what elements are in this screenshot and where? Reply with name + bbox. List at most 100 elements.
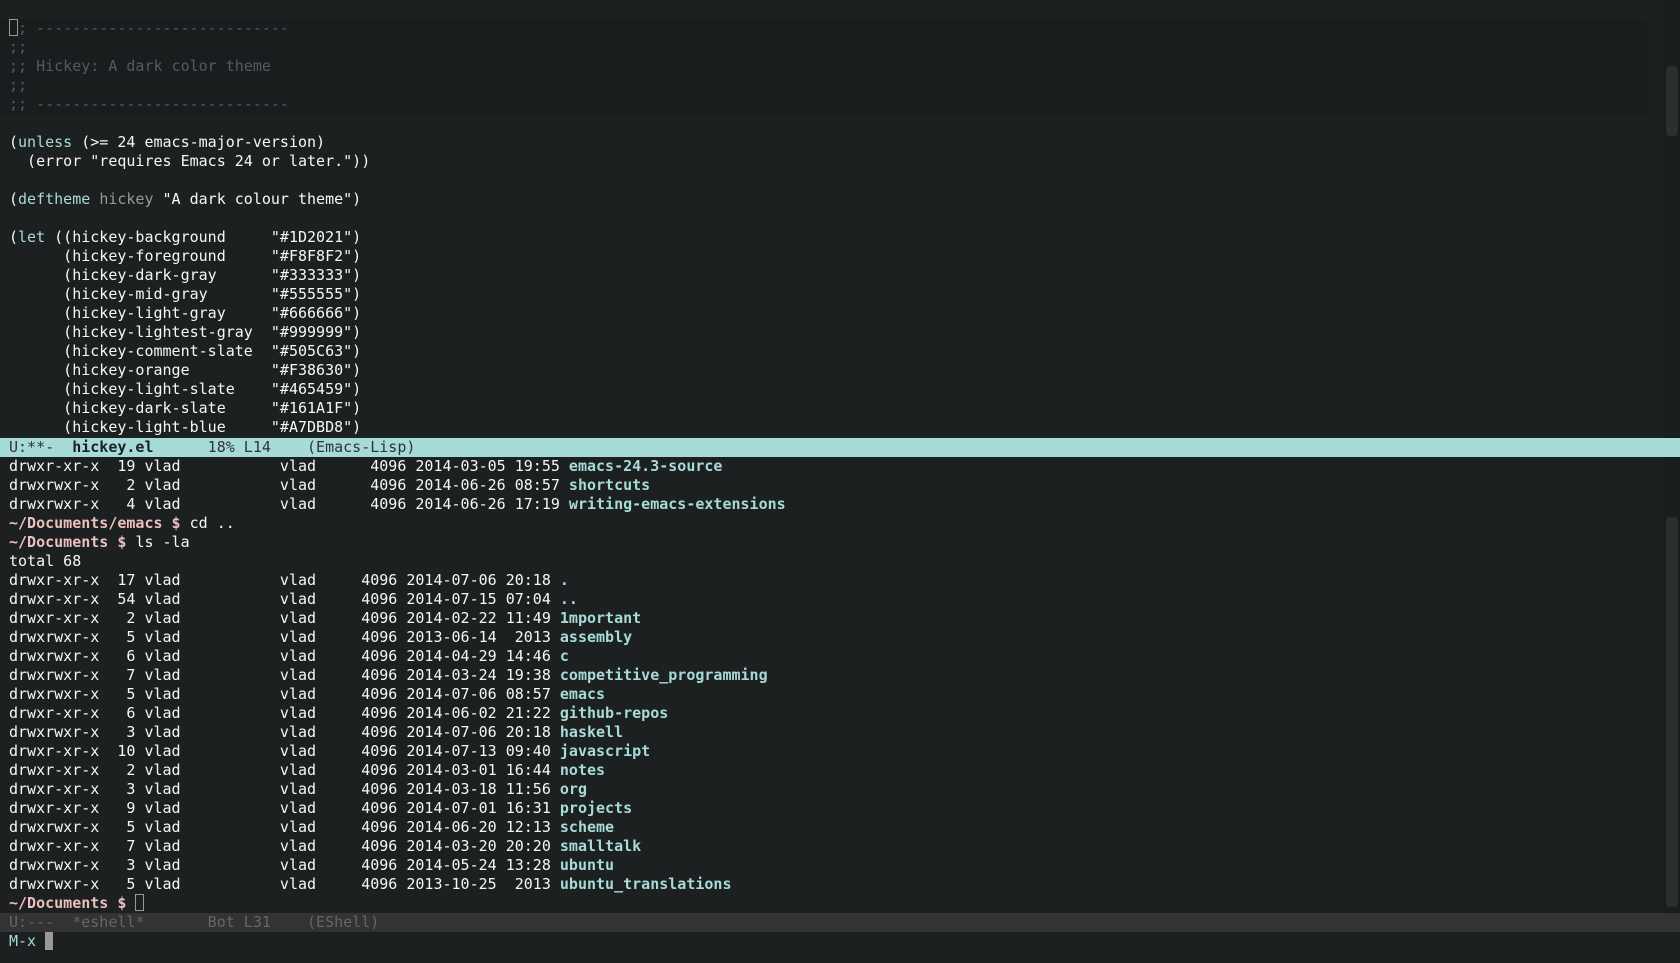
- directory-name: shortcuts: [568, 476, 651, 494]
- listing-row: drwxrwxr-x 5 vlad vlad 4096 2014-06-20 1…: [0, 818, 1680, 837]
- listing-meta: drwxr-xr-x 6 vlad vlad 4096 2014-06-02 2…: [9, 704, 560, 722]
- buffer-status: U:---: [9, 913, 73, 931]
- code-text: "A dark colour theme"): [153, 190, 362, 208]
- listing-meta: drwxrwxr-x 3 vlad vlad 4096 2014-05-24 1…: [9, 856, 560, 874]
- listing-meta: drwxr-xr-x 2 vlad vlad 4096 2014-03-01 1…: [9, 761, 560, 779]
- header-comment-block: ; ---------------------------- ;; ;; Hic…: [0, 19, 1647, 114]
- listing-row: drwxr-xr-x 7 vlad vlad 4096 2014-03-20 2…: [0, 837, 1680, 856]
- directory-name: haskell: [559, 723, 624, 741]
- listing-row: drwxr-xr-x 6 vlad vlad 4096 2014-06-02 2…: [0, 704, 1680, 723]
- listing-row: drwxrwxr-x 6 vlad vlad 4096 2014-04-29 1…: [0, 647, 1680, 666]
- listing-meta: drwxr-xr-x 10 vlad vlad 4096 2014-07-13 …: [9, 742, 560, 760]
- editor-window[interactable]: ; ---------------------------- ;; ;; Hic…: [0, 0, 1680, 438]
- code-line: (hickey-dark-slate "#161A1F"): [9, 399, 362, 417]
- code-line: (hickey-light-gray "#666666"): [9, 304, 362, 322]
- listing-row: drwxrwxr-x 5 vlad vlad 4096 2013-06-14 2…: [0, 628, 1680, 647]
- minibuffer-prompt: M-x: [9, 932, 46, 950]
- directory-name: ubuntu: [559, 856, 615, 874]
- minibuffer[interactable]: M-x: [0, 932, 1680, 963]
- listing-row: drwxrwxr-x 5 vlad vlad 4096 2013-10-25 2…: [0, 875, 1680, 894]
- shell-cursor: [135, 894, 145, 911]
- listing-row: drwxr-xr-x 10 vlad vlad 4096 2014-07-13 …: [0, 742, 1680, 761]
- directory-listing: drwxr-xr-x 17 vlad vlad 4096 2014-07-06 …: [0, 571, 1680, 894]
- keyword-let: let: [18, 228, 46, 246]
- listing-row: drwxr-xr-x 19 vlad vlad 4096 2014-03-05 …: [0, 457, 1680, 476]
- shell-scrollbar-thumb[interactable]: [1666, 517, 1678, 907]
- directory-name: c: [559, 647, 569, 665]
- directory-name: .: [559, 571, 569, 589]
- listing-meta: drwxr-xr-x 7 vlad vlad 4096 2014-03-20 2…: [9, 837, 560, 855]
- listing-row: drwxrwxr-x 4 vlad vlad 4096 2014-06-26 1…: [0, 495, 1680, 514]
- listing-meta: drwxr-xr-x 19 vlad vlad 4096 2014-03-05 …: [9, 457, 569, 475]
- major-mode[interactable]: (Emacs-Lisp): [307, 438, 415, 456]
- code-text: (>= 24 emacs-major-version): [72, 133, 326, 151]
- code-line: (hickey-lightest-gray "#999999"): [9, 323, 362, 341]
- editor-scrollbar-thumb[interactable]: [1666, 66, 1678, 136]
- keyword-unless: unless: [18, 133, 73, 151]
- listing-row: drwxrwxr-x 3 vlad vlad 4096 2014-05-24 1…: [0, 856, 1680, 875]
- code-line: (hickey-comment-slate "#505C63"): [9, 342, 362, 360]
- shell-command: ls -la: [135, 533, 190, 551]
- command-line: ~/Documents/emacs $ cd ..: [0, 514, 1680, 533]
- major-mode[interactable]: (EShell): [307, 913, 379, 931]
- listing-row: drwxr-xr-x 3 vlad vlad 4096 2014-03-18 1…: [0, 780, 1680, 799]
- directory-name: writing-emacs-extensions: [568, 495, 786, 513]
- eshell-window[interactable]: drwxr-xr-x 19 vlad vlad 4096 2014-03-05 …: [0, 457, 1680, 913]
- listing-row: drwxrwxr-x 2 vlad vlad 4096 2014-06-26 0…: [0, 476, 1680, 495]
- listing-row: drwxr-xr-x 54 vlad vlad 4096 2014-07-15 …: [0, 590, 1680, 609]
- listing-row: drwxr-xr-x 9 vlad vlad 4096 2014-07-01 1…: [0, 799, 1680, 818]
- editor-scrollbar[interactable]: [1664, 0, 1680, 438]
- directory-name: scheme: [559, 818, 615, 836]
- directory-name: github-repos: [559, 704, 669, 722]
- directory-name: competitive_programming: [559, 666, 768, 684]
- buffer-name[interactable]: *eshell*: [72, 913, 144, 931]
- listing-row: drwxr-xr-x 2 vlad vlad 4096 2014-02-22 1…: [0, 609, 1680, 628]
- buffer-name[interactable]: hickey.el: [72, 438, 153, 456]
- listing-meta: drwxrwxr-x 6 vlad vlad 4096 2014-04-29 1…: [9, 647, 560, 665]
- listing-meta: drwxrwxr-x 5 vlad vlad 4096 2013-10-25 2…: [9, 875, 560, 893]
- shell-scrollbar[interactable]: [1664, 457, 1680, 913]
- listing-row: drwxr-xr-x 2 vlad vlad 4096 2014-03-01 1…: [0, 761, 1680, 780]
- code-line: ; ----------------------------: [0, 19, 1647, 38]
- inactive-mode-line[interactable]: U:--- *eshell* Bot L31 (EShell): [0, 913, 1680, 932]
- command-line: ~/Documents $ ls -la: [0, 533, 1680, 552]
- buffer-position: Bot L31: [144, 913, 308, 931]
- listing-meta: drwxrwxr-x 5 vlad vlad 4096 2014-06-20 1…: [9, 818, 560, 836]
- listing-row: drwxr-xr-x 17 vlad vlad 4096 2014-07-06 …: [0, 571, 1680, 590]
- buffer-status: U:**-: [9, 438, 73, 456]
- total-line: total 68: [9, 552, 82, 570]
- active-mode-line[interactable]: U:**- hickey.el 18% L14 (Emacs-Lisp): [0, 438, 1680, 457]
- directory-name: smalltalk: [559, 837, 642, 855]
- code-line: (let ((hickey-background "#1D2021"): [9, 228, 362, 246]
- directory-name: emacs-24.3-source: [568, 457, 723, 475]
- directory-name: notes: [559, 761, 606, 779]
- listing-row: drwxrwxr-x 3 vlad vlad 4096 2014-07-06 2…: [0, 723, 1680, 742]
- directory-name: assembly: [559, 628, 633, 646]
- comment-line: ;; ----------------------------: [9, 95, 289, 113]
- listing-meta: drwxrwxr-x 5 vlad vlad 4096 2014-07-06 0…: [9, 685, 560, 703]
- code-line: (error "requires Emacs 24 or later.")): [9, 152, 371, 170]
- code-line: (hickey-dark-gray "#333333"): [9, 266, 362, 284]
- code-line: (deftheme hickey "A dark colour theme"): [9, 190, 362, 208]
- command-line[interactable]: ~/Documents $: [0, 894, 1680, 913]
- listing-meta: drwxrwxr-x 3 vlad vlad 4096 2014-07-06 2…: [9, 723, 560, 741]
- shell-prompt: ~/Documents/emacs $: [9, 514, 190, 532]
- minibuffer-cursor: [45, 932, 54, 950]
- listing-meta: drwxrwxr-x 2 vlad vlad 4096 2014-06-26 0…: [9, 476, 569, 494]
- listing-meta: drwxr-xr-x 54 vlad vlad 4096 2014-07-15 …: [9, 590, 560, 608]
- listing-meta: drwxrwxr-x 5 vlad vlad 4096 2013-06-14 2…: [9, 628, 560, 646]
- listing-meta: drwxr-xr-x 17 vlad vlad 4096 2014-07-06 …: [9, 571, 560, 589]
- listing-meta: drwxr-xr-x 3 vlad vlad 4096 2014-03-18 1…: [9, 780, 560, 798]
- listing-row: drwxrwxr-x 5 vlad vlad 4096 2014-07-06 0…: [0, 685, 1680, 704]
- code-line: (hickey-orange "#F38630"): [9, 361, 362, 379]
- directory-name: javascript: [559, 742, 651, 760]
- shell-prompt: ~/Documents $: [9, 533, 136, 551]
- keyword-deftheme: deftheme: [18, 190, 91, 208]
- buffer-position: 18% L14: [153, 438, 308, 456]
- code-line: (unless (>= 24 emacs-major-version): [9, 133, 326, 151]
- comment-line: ;;: [9, 76, 28, 94]
- directory-name: ..: [559, 590, 578, 608]
